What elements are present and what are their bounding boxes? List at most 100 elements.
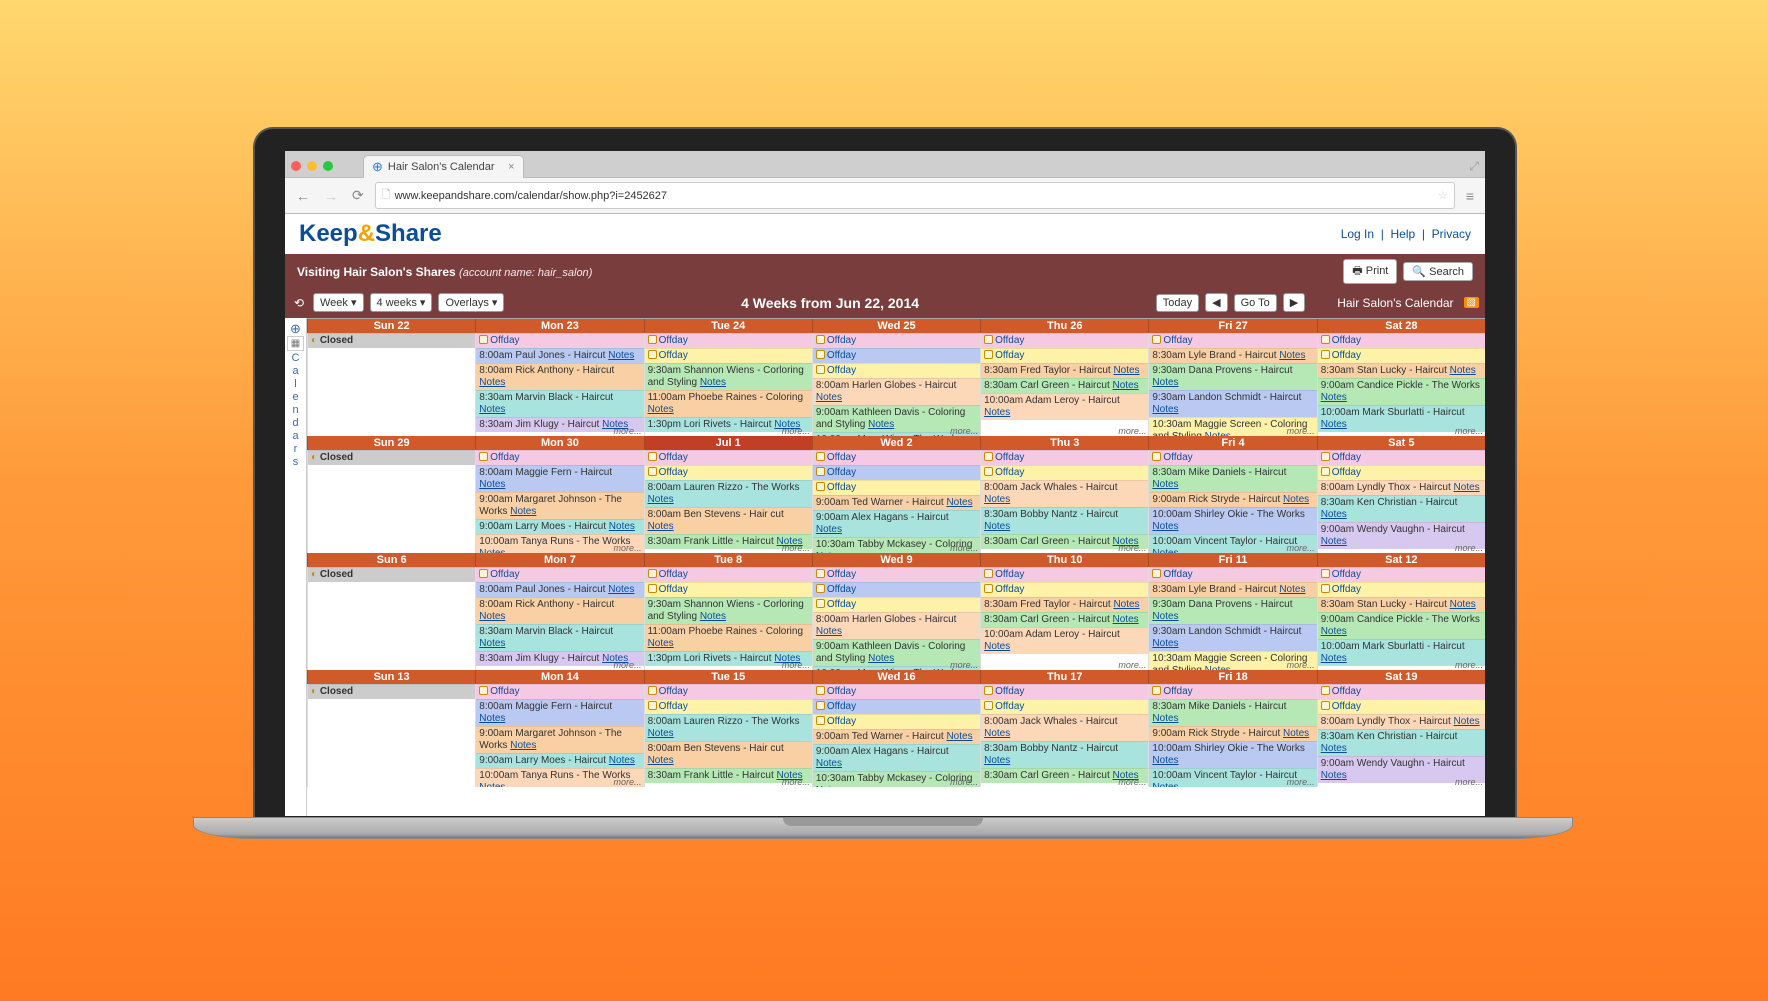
day-header[interactable]: Thu 3 xyxy=(980,436,1148,450)
day-header[interactable]: Tue 15 xyxy=(644,670,812,684)
more-link[interactable]: more... xyxy=(950,426,978,436)
appointment-event[interactable]: 9:00am Larry Moes - Haircut Notes xyxy=(476,753,643,768)
day-cell[interactable]: OffdayOffday8:00am Lyndly Thox - Haircut… xyxy=(1317,450,1485,553)
offday-event[interactable]: Offday xyxy=(1318,699,1485,714)
day-header[interactable]: Sun 13 xyxy=(307,670,475,684)
offday-event[interactable]: Offday xyxy=(981,450,1148,465)
offday-event[interactable]: Offday xyxy=(813,597,980,612)
offday-event[interactable]: Offday xyxy=(813,348,980,363)
day-cell[interactable]: Offday8:30am Lyle Brand - Haircut Notes9… xyxy=(1148,333,1316,436)
appointment-event[interactable]: 10:00am Adam Leroy - Haircut Notes xyxy=(981,393,1148,420)
day-cell[interactable]: OffdayOffday8:30am Stan Lucky - Haircut … xyxy=(1317,333,1485,436)
day-header[interactable]: Wed 9 xyxy=(812,553,980,567)
day-cell[interactable]: Offday8:00am Maggie Fern - Haircut Notes… xyxy=(475,450,643,553)
day-header[interactable]: Mon 23 xyxy=(475,319,643,333)
day-cell[interactable]: Offday8:00am Paul Jones - Haircut Notes 8… xyxy=(475,333,643,436)
day-header[interactable]: Mon 14 xyxy=(475,670,643,684)
appointment-event[interactable]: 9:30am Shannon Wiens - Corloring and Sty… xyxy=(645,597,812,624)
appointment-event[interactable]: 8:30am Ken Christian - Haircut Notes xyxy=(1318,729,1485,756)
minimize-icon[interactable] xyxy=(307,161,317,171)
today-button[interactable]: Today xyxy=(1156,294,1199,312)
offday-event[interactable]: Offday xyxy=(813,450,980,465)
day-cell[interactable]: OffdayOffday8:00am Lyndly Thox - Haircut… xyxy=(1317,684,1485,787)
appointment-event[interactable]: 10:00am Shirley Okie - The Works Notes xyxy=(1149,507,1316,534)
day-header[interactable]: Tue 8 xyxy=(644,553,812,567)
offday-event[interactable]: Offday xyxy=(1318,450,1485,465)
overlays-select[interactable]: Overlays ▾ xyxy=(438,293,504,312)
offday-event[interactable]: Offday xyxy=(476,450,643,465)
day-cell[interactable]: ◐ Closed xyxy=(307,684,475,787)
offday-event[interactable]: Offday xyxy=(476,333,643,348)
more-link[interactable]: more... xyxy=(1455,777,1483,787)
day-cell[interactable]: ◐ Closed xyxy=(307,567,475,670)
appointment-event[interactable]: 8:00am Ben Stevens - Hair cut Notes xyxy=(645,507,812,534)
offday-event[interactable]: Offday xyxy=(1318,333,1485,348)
appointment-event[interactable]: 8:30am Marvin Black - Haircut Notes xyxy=(476,624,643,651)
appointment-event[interactable]: 8:00am Maggie Fern - Haircut Notes xyxy=(476,699,643,726)
back-button[interactable]: ← xyxy=(293,188,313,204)
appointment-event[interactable]: 8:30am Fred Taylor - Haircut Notes xyxy=(981,363,1148,378)
day-cell[interactable]: OffdayOffday8:30am Fred Taylor - Haircut… xyxy=(980,333,1148,436)
fullscreen-icon[interactable]: ⤢ xyxy=(1469,159,1479,174)
appointment-event[interactable]: 9:00am Ted Warner - Haircut Notes xyxy=(813,729,980,744)
appointment-event[interactable]: 8:00am Paul Jones - Haircut Notes xyxy=(476,348,643,363)
reload-button[interactable]: ⟳ xyxy=(349,187,367,204)
appointment-event[interactable]: 8:30am Stan Lucky - Haircut Notes xyxy=(1318,597,1485,612)
day-header[interactable]: Sat 19 xyxy=(1317,670,1485,684)
more-link[interactable]: more... xyxy=(1118,426,1146,436)
offday-event[interactable]: Offday xyxy=(1318,567,1485,582)
day-header[interactable]: Jul 1 xyxy=(644,436,812,450)
offday-event[interactable]: Offday xyxy=(1318,465,1485,480)
day-cell[interactable]: Offday8:30am Mike Daniels - Haircut Note… xyxy=(1148,450,1316,553)
offday-event[interactable]: Offday xyxy=(1318,582,1485,597)
bookmark-icon[interactable]: ☆ xyxy=(1438,189,1448,202)
day-cell[interactable]: OffdayOffday8:00am Lauren Rizzo - The Wo… xyxy=(644,450,812,553)
day-header[interactable]: Fri 18 xyxy=(1148,670,1316,684)
day-cell[interactable]: Offday8:30am Lyle Brand - Haircut Notes9… xyxy=(1148,567,1316,670)
day-cell[interactable]: OffdayOffday8:30am Stan Lucky - Haircut … xyxy=(1317,567,1485,670)
sidebar[interactable]: ⊕ ▦ Calendars xyxy=(285,318,307,816)
more-link[interactable]: more... xyxy=(950,543,978,553)
appointment-event[interactable]: 9:30am Dana Provens - Haircut Notes xyxy=(1149,597,1316,624)
appointment-event[interactable]: 10:00am Adam Leroy - Haircut Notes xyxy=(981,627,1148,654)
appointment-event[interactable]: 8:30am Fred Taylor - Haircut Notes xyxy=(981,597,1148,612)
offday-event[interactable]: Offday xyxy=(813,714,980,729)
day-cell[interactable]: Offday8:30am Mike Daniels - Haircut Note… xyxy=(1148,684,1316,787)
appointment-event[interactable]: 9:00am Alex Hagans - Haircut Notes xyxy=(813,510,980,537)
day-cell[interactable]: OffdayOffday8:00am Lauren Rizzo - The Wo… xyxy=(644,684,812,787)
search-button[interactable]: 🔍 Search xyxy=(1403,262,1473,281)
offday-event[interactable]: Offday xyxy=(476,567,643,582)
appointment-event[interactable]: 8:30am Marvin Black - Haircut Notes xyxy=(476,390,643,417)
appointment-event[interactable]: 9:00am Candice Pickle - The Works Notes xyxy=(1318,612,1485,639)
appointment-event[interactable]: 8:30am Carl Green - Haircut Notes xyxy=(981,612,1148,627)
appointment-event[interactable]: 8:00am Lyndly Thox - Haircut Notes xyxy=(1318,480,1485,495)
privacy-link[interactable]: Privacy xyxy=(1432,227,1471,241)
appointment-event[interactable]: 8:30am Stan Lucky - Haircut Notes xyxy=(1318,363,1485,378)
appointment-event[interactable]: 8:00am Paul Jones - Haircut Notes xyxy=(476,582,643,597)
appointment-event[interactable]: 8:00am Lauren Rizzo - The Works Notes xyxy=(645,480,812,507)
appointment-event[interactable]: 8:30am Bobby Nantz - Haircut Notes xyxy=(981,507,1148,534)
weeks-select[interactable]: 4 weeks ▾ xyxy=(370,293,433,312)
appointment-event[interactable]: 9:00am Alex Hagans - Haircut Notes xyxy=(813,744,980,771)
close-icon[interactable] xyxy=(291,161,301,171)
appointment-event[interactable]: 10:00am Shirley Okie - The Works Notes xyxy=(1149,741,1316,768)
offday-event[interactable]: Offday xyxy=(1318,684,1485,699)
more-link[interactable]: more... xyxy=(1455,426,1483,436)
next-button[interactable]: ▶ xyxy=(1283,293,1305,312)
more-link[interactable]: more... xyxy=(614,426,642,436)
offday-event[interactable]: Offday xyxy=(813,480,980,495)
appointment-event[interactable]: 9:30am Dana Provens - Haircut Notes xyxy=(1149,363,1316,390)
appointment-event[interactable]: 8:00am Harlen Globes - Haircut Notes xyxy=(813,612,980,639)
reload-icon[interactable]: ⟲ xyxy=(291,296,307,310)
day-header[interactable]: Sun 6 xyxy=(307,553,475,567)
prev-button[interactable]: ◀ xyxy=(1205,293,1227,312)
day-cell[interactable]: OffdayOffday8:00am Jack Whales - Haircut… xyxy=(980,450,1148,553)
more-link[interactable]: more... xyxy=(950,660,978,670)
appointment-event[interactable]: 9:00am Rick Stryde - Haircut Notes xyxy=(1149,726,1316,741)
offday-event[interactable]: Offday xyxy=(813,699,980,714)
day-header[interactable]: Wed 25 xyxy=(812,319,980,333)
address-bar[interactable]: 🗋 www.keepandshare.com/calendar/show.php… xyxy=(375,182,1455,209)
more-link[interactable]: more... xyxy=(782,660,810,670)
appointment-event[interactable]: 8:30am Lyle Brand - Haircut Notes xyxy=(1149,582,1316,597)
appointment-event[interactable]: 8:30am Lyle Brand - Haircut Notes xyxy=(1149,348,1316,363)
